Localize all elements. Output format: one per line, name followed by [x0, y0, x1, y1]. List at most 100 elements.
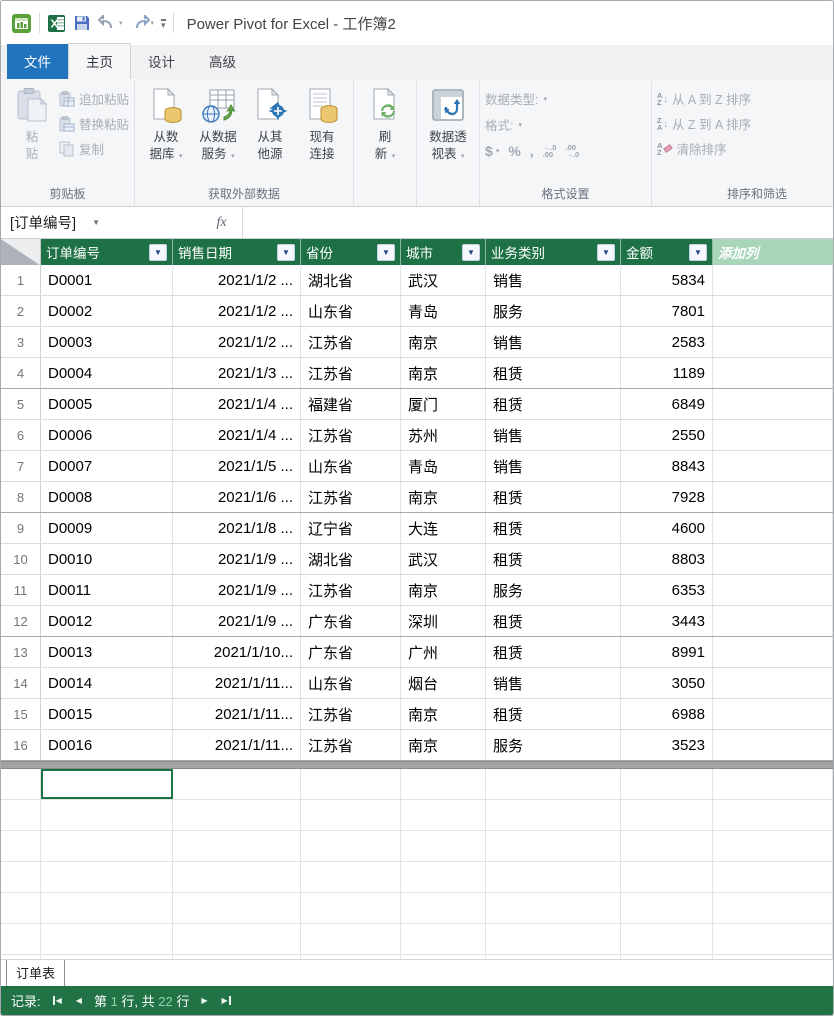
cell-add-column[interactable]	[713, 420, 833, 450]
row-number[interactable]: 11	[1, 575, 41, 605]
cell-province[interactable]: 广东省	[301, 606, 401, 636]
currency-format-button[interactable]: $	[485, 143, 493, 159]
empty-cell[interactable]	[401, 924, 486, 954]
row-number[interactable]: 13	[1, 637, 41, 667]
next-record-icon[interactable]: ▶	[201, 996, 207, 1005]
cell-category[interactable]: 租赁	[486, 699, 621, 729]
cell-sale-date[interactable]: 2021/1/11...	[173, 668, 301, 698]
cell-sale-date[interactable]: 2021/1/11...	[173, 699, 301, 729]
row-number[interactable]: 9	[1, 513, 41, 543]
cell-category[interactable]: 租赁	[486, 513, 621, 543]
cell-city[interactable]: 青岛	[401, 451, 486, 481]
cell-add-column[interactable]	[713, 265, 833, 295]
row-number[interactable]: 2	[1, 296, 41, 326]
formula-input[interactable]	[243, 207, 833, 238]
cell-sale-date[interactable]: 2021/1/4 ...	[173, 389, 301, 419]
cell-category[interactable]: 服务	[486, 730, 621, 760]
cell-city[interactable]: 南京	[401, 482, 486, 512]
empty-cell[interactable]	[401, 893, 486, 923]
cell-add-column[interactable]	[713, 513, 833, 543]
empty-cell[interactable]	[41, 862, 173, 892]
empty-cell[interactable]	[486, 893, 621, 923]
row-number[interactable]: 5	[1, 389, 41, 419]
cell-city[interactable]: 烟台	[401, 668, 486, 698]
row-number[interactable]: 6	[1, 420, 41, 450]
clear-sort-button[interactable]: AZ 清除排序	[657, 139, 751, 158]
cell-add-column[interactable]	[713, 637, 833, 667]
cell-add-column[interactable]	[713, 389, 833, 419]
cell-amount[interactable]: 2583	[621, 327, 713, 357]
cell-amount[interactable]: 4600	[621, 513, 713, 543]
cell-category[interactable]: 服务	[486, 296, 621, 326]
empty-cell[interactable]	[41, 893, 173, 923]
first-record-icon[interactable]: ◀	[53, 996, 62, 1005]
empty-cell[interactable]	[401, 769, 486, 799]
data-type-dropdown[interactable]: 数据类型: ▾	[485, 89, 579, 108]
filter-dropdown-icon[interactable]: ▼	[597, 244, 615, 261]
cell-category[interactable]: 租赁	[486, 544, 621, 574]
tab-home[interactable]: 主页	[68, 43, 131, 79]
column-header[interactable]: 金额▼	[621, 239, 713, 265]
existing-connections-button[interactable]: 现有 连接	[296, 85, 348, 162]
from-database-button[interactable]: 从数 据库 ▾	[140, 85, 192, 162]
cell-amount[interactable]: 3523	[621, 730, 713, 760]
cell-add-column[interactable]	[713, 699, 833, 729]
cell-order-id[interactable]: D0004	[41, 358, 173, 388]
percent-format-button[interactable]: %	[508, 143, 520, 159]
cell-city[interactable]: 厦门	[401, 389, 486, 419]
add-column-header[interactable]: 添加列	[713, 239, 833, 265]
cell-sale-date[interactable]: 2021/1/2 ...	[173, 265, 301, 295]
cell-province[interactable]: 江苏省	[301, 699, 401, 729]
filter-dropdown-icon[interactable]: ▼	[149, 244, 167, 261]
cell-city[interactable]: 苏州	[401, 420, 486, 450]
cell-sale-date[interactable]: 2021/1/5 ...	[173, 451, 301, 481]
empty-cell[interactable]	[1, 800, 41, 830]
cell-category[interactable]: 销售	[486, 265, 621, 295]
cell-sale-date[interactable]: 2021/1/10...	[173, 637, 301, 667]
empty-cell[interactable]	[486, 800, 621, 830]
row-number[interactable]: 8	[1, 482, 41, 512]
cell-add-column[interactable]	[713, 606, 833, 636]
cell-order-id[interactable]: D0003	[41, 327, 173, 357]
cell-order-id[interactable]: D0006	[41, 420, 173, 450]
empty-cell[interactable]	[173, 800, 301, 830]
empty-cell[interactable]	[621, 831, 713, 861]
cell-city[interactable]: 南京	[401, 358, 486, 388]
empty-cell[interactable]	[486, 831, 621, 861]
cell-add-column[interactable]	[713, 451, 833, 481]
cell-amount[interactable]: 5834	[621, 265, 713, 295]
empty-cell[interactable]	[1, 831, 41, 861]
cell-amount[interactable]: 7928	[621, 482, 713, 512]
cell-province[interactable]: 辽宁省	[301, 513, 401, 543]
cell-add-column[interactable]	[713, 730, 833, 760]
cell-order-id[interactable]: D0001	[41, 265, 173, 295]
cell-province[interactable]: 山东省	[301, 668, 401, 698]
empty-cell[interactable]	[1, 769, 41, 799]
cell-city[interactable]: 青岛	[401, 296, 486, 326]
empty-cell[interactable]	[173, 831, 301, 861]
empty-cell[interactable]	[401, 862, 486, 892]
cell-order-id[interactable]: D0007	[41, 451, 173, 481]
cell-add-column[interactable]	[713, 575, 833, 605]
cell-amount[interactable]: 6849	[621, 389, 713, 419]
cell-order-id[interactable]: D0016	[41, 730, 173, 760]
column-header[interactable]: 省份▼	[301, 239, 401, 265]
empty-cell[interactable]	[1, 893, 41, 923]
cell-category[interactable]: 租赁	[486, 358, 621, 388]
row-number[interactable]: 4	[1, 358, 41, 388]
tab-advanced[interactable]: 高级	[192, 44, 253, 79]
cell-province[interactable]: 山东省	[301, 451, 401, 481]
cell-amount[interactable]: 7801	[621, 296, 713, 326]
cell-sale-date[interactable]: 2021/1/9 ...	[173, 544, 301, 574]
cell-province[interactable]: 广东省	[301, 637, 401, 667]
filter-dropdown-icon[interactable]: ▼	[277, 244, 295, 261]
cell-city[interactable]: 广州	[401, 637, 486, 667]
empty-cell[interactable]	[486, 769, 621, 799]
cell-order-id[interactable]: D0014	[41, 668, 173, 698]
cell-add-column[interactable]	[713, 327, 833, 357]
empty-cell[interactable]	[301, 769, 401, 799]
column-header[interactable]: 销售日期▼	[173, 239, 301, 265]
cell-province[interactable]: 湖北省	[301, 544, 401, 574]
filter-dropdown-icon[interactable]: ▼	[462, 244, 480, 261]
cell-order-id[interactable]: D0015	[41, 699, 173, 729]
